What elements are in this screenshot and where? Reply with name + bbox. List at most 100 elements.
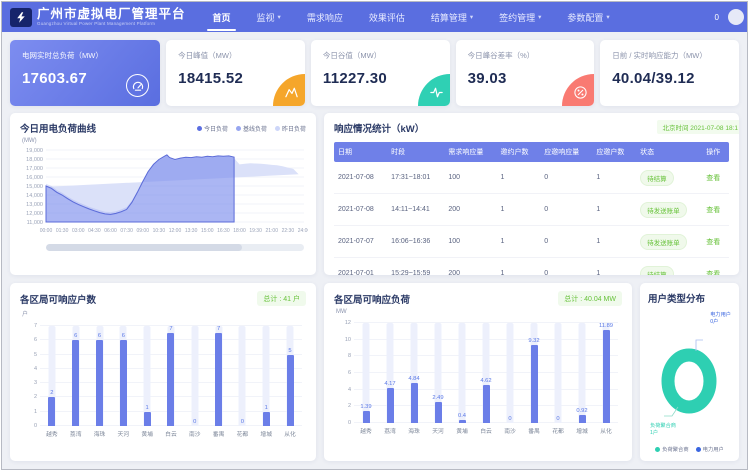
user-type-donut: 电力用户 0户 负荷聚合商 1户 [648, 307, 731, 443]
nav-item-1[interactable]: 监视▾ [244, 2, 294, 32]
kpi-card-1[interactable]: 今日峰值（MW）18415.52 [166, 40, 305, 106]
x-tick-label: 荔湾 [378, 426, 402, 435]
bar-rect [72, 340, 79, 426]
svg-text:12,000: 12,000 [26, 211, 43, 217]
kpi-card-4[interactable]: 日前 / 实时响应能力（MW）40.04/39.12 [600, 40, 739, 106]
table-cell-responded: 0 [540, 162, 592, 194]
load-curve-chart: 19,00018,00017,00016,00015,00014,00013,0… [20, 144, 308, 236]
status-badge: 待结算 [640, 170, 674, 186]
table-cell-resp_users: 1 [592, 258, 636, 276]
nav-right: 0 [715, 9, 739, 25]
table-cell-status: 待结算 [636, 258, 702, 276]
view-link[interactable]: 查看 [706, 175, 720, 182]
kpi-label: 今日峰谷差率（%） [468, 50, 583, 61]
kpi-label: 日前 / 实时响应能力（MW） [612, 50, 727, 61]
y-tick-label: 3 [21, 380, 37, 386]
svg-text:11,000: 11,000 [27, 220, 43, 226]
legend-item-0[interactable]: 今日负荷 [197, 124, 228, 133]
svg-text:16:30: 16:30 [217, 228, 230, 234]
bar-value-label: 0.92 [576, 408, 587, 414]
table-cell-action: 查看 [702, 226, 729, 258]
load-curve-title: 今日用电负荷曲线 [20, 121, 96, 135]
svg-text:10:30: 10:30 [153, 228, 166, 234]
bar-越秀: 1.39 [357, 323, 375, 423]
response-table-card: 响应情况统计（kW） 北京时间 2021-07-08 18:1 日期时段需求响应… [324, 113, 739, 275]
app-logo: 广州市虚拟电厂管理平台 Guangzhou Virtual Power Plan… [10, 8, 186, 27]
legend-item-2[interactable]: 昨日负荷 [275, 124, 306, 133]
donut-legend-item-1[interactable]: 电力用户 [696, 445, 724, 453]
nav-item-4[interactable]: 结算管理▾ [418, 2, 486, 32]
donut-callout-power-users: 电力用户 0户 [710, 312, 731, 326]
x-tick-label: 海珠 [402, 426, 426, 435]
x-tick-label: 越秀 [40, 429, 64, 438]
view-link[interactable]: 查看 [706, 271, 720, 276]
status-badge: 待发送账单 [640, 202, 687, 218]
nav-item-6[interactable]: 参数配置▾ [554, 2, 622, 32]
table-cell-action: 查看 [702, 194, 729, 226]
svg-text:12:00: 12:00 [169, 228, 182, 234]
bar-从化: 11.89 [597, 323, 615, 423]
bar-rect [411, 383, 418, 423]
x-tick-label: 黄埔 [135, 429, 159, 438]
table-col-3: 邀约户数 [497, 142, 541, 162]
app-window: 广州市虚拟电厂管理平台 Guangzhou Virtual Power Plan… [1, 1, 748, 470]
x-tick-label: 海珠 [88, 429, 112, 438]
svg-text:15,000: 15,000 [26, 184, 43, 190]
table-row: 2021-07-0115:29~15:59200101待结算查看 [334, 258, 729, 276]
kpi-card-0[interactable]: 电网实时总负荷（MW）17603.67 [10, 40, 160, 106]
nav-item-5[interactable]: 签约管理▾ [486, 2, 554, 32]
nav-item-0[interactable]: 首页 [200, 2, 244, 32]
y-tick-label: 2 [21, 394, 37, 400]
status-badge: 待发送账单 [640, 234, 687, 250]
table-cell-date: 2021-07-07 [334, 226, 387, 258]
legend-dot [197, 126, 202, 131]
district-load-title: 各区局可响应负荷 [334, 292, 410, 306]
legend-label: 昨日负荷 [282, 124, 306, 133]
legend-dot [696, 447, 701, 452]
nav-item-3[interactable]: 效果评估 [356, 2, 418, 32]
bar-plot: 1210864201.394.174.842.490.44.6209.3200.… [354, 323, 618, 423]
view-link[interactable]: 查看 [706, 239, 720, 246]
svg-text:04:30: 04:30 [88, 228, 101, 234]
y-tick-label: 6 [21, 337, 37, 343]
table-col-0: 日期 [334, 142, 387, 162]
datazoom-handle[interactable] [46, 244, 242, 251]
view-link[interactable]: 查看 [706, 207, 720, 214]
notification-count[interactable]: 0 [715, 13, 719, 22]
response-table: 日期时段需求响应量邀约户数应邀响应量应邀户数状态操作 2021-07-0817:… [334, 142, 729, 275]
table-cell-responded: 0 [540, 258, 592, 276]
kpi-card-2[interactable]: 今日谷值（MW）11227.30 [311, 40, 450, 106]
user-avatar[interactable] [728, 9, 744, 25]
bar-增城: 0.92 [573, 323, 591, 423]
kpi-card-3[interactable]: 今日峰谷差率（%）39.03 [456, 40, 595, 106]
x-tick-label: 增城 [570, 426, 594, 435]
legend-label: 今日负荷 [204, 124, 228, 133]
power-users-count: 0户 [710, 319, 731, 326]
bar-天河: 6 [114, 326, 132, 426]
chevron-down-icon: ▾ [470, 13, 473, 21]
table-cell-resp_users: 1 [592, 226, 636, 258]
bar-value-label: 4.84 [408, 376, 419, 382]
table-col-4: 应邀响应量 [540, 142, 592, 162]
bar-花都: 0 [233, 326, 251, 426]
donut-legend-item-0[interactable]: 负荷聚合商 [655, 445, 689, 453]
table-cell-invited: 1 [497, 258, 541, 276]
bar-plot: 7654321026661707015 [40, 326, 302, 426]
bar-番禺: 7 [210, 326, 228, 426]
table-cell-resp_users: 1 [592, 194, 636, 226]
bar-value-label: 0 [241, 419, 244, 425]
svg-text:22:30: 22:30 [282, 228, 295, 234]
legend-item-1[interactable]: 基线负荷 [236, 124, 267, 133]
bar-增城: 1 [257, 326, 275, 426]
y-tick-label: 4 [335, 387, 351, 393]
datazoom-slider[interactable] [46, 244, 304, 251]
bar-白云: 4.62 [477, 323, 495, 423]
bar-rect [603, 330, 610, 423]
bar-value-label: 4.17 [384, 381, 395, 387]
x-tick-label: 番禺 [522, 426, 546, 435]
bar-value-label: 9.32 [528, 338, 539, 344]
table-row: 2021-07-0814:11~14:41200101待发送账单查看 [334, 194, 729, 226]
kpi-row: 电网实时总负荷（MW）17603.67今日峰值（MW）18415.52今日谷值（… [10, 40, 739, 106]
x-tick-label: 越秀 [354, 426, 378, 435]
nav-item-2[interactable]: 需求响应 [294, 2, 356, 32]
